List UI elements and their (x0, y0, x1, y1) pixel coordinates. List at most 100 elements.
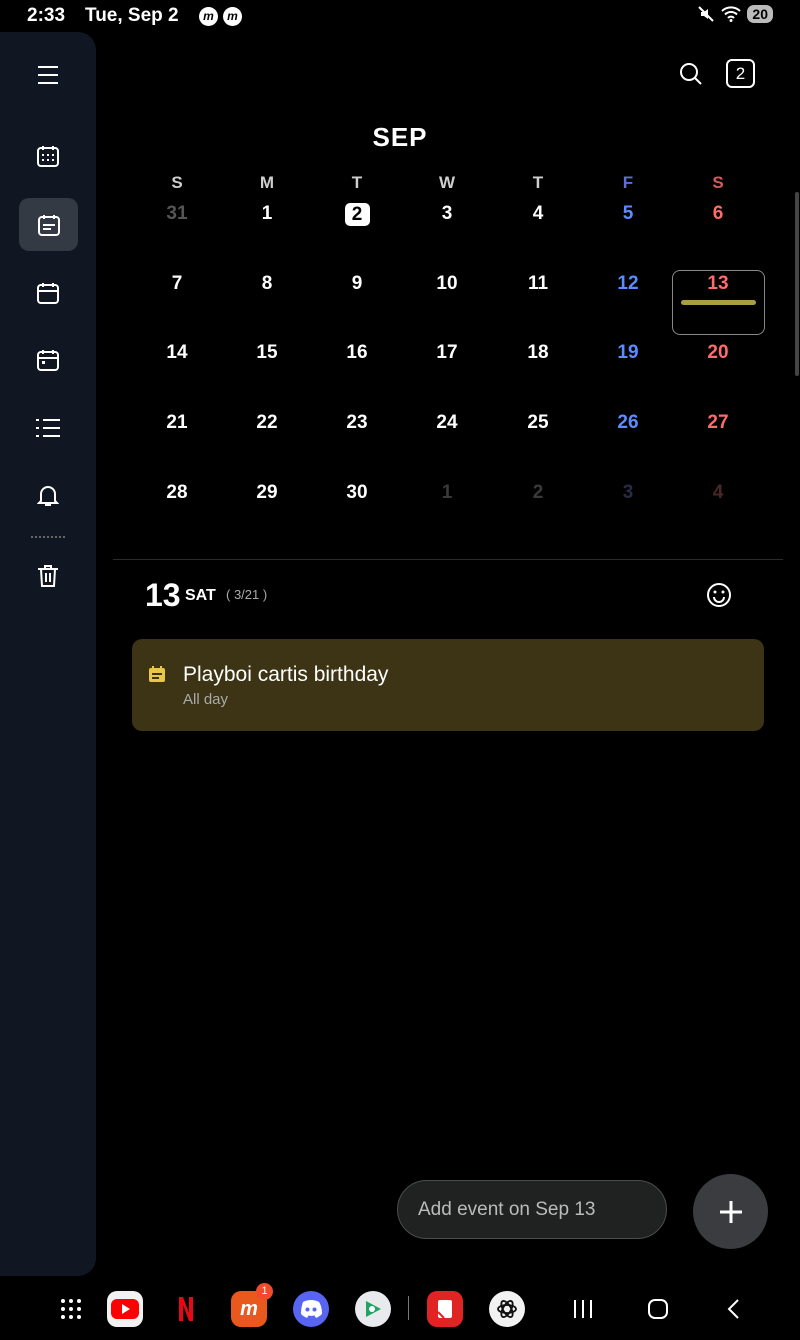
notification-icon: m (199, 7, 218, 26)
calendar-day[interactable]: 2 (493, 482, 583, 504)
list-view-button[interactable] (26, 406, 70, 450)
trash-icon (38, 565, 58, 587)
calendar-day[interactable]: 3 (583, 482, 673, 504)
lunar-date: ( 3/21 ) (226, 587, 268, 602)
calendar-week-icon (37, 283, 59, 304)
calendar-day[interactable]: 19 (583, 342, 673, 364)
chatgpt-icon (497, 1300, 517, 1318)
notes-icon (437, 1300, 452, 1319)
chatgpt-app[interactable] (489, 1291, 525, 1327)
status-time: 2:33 (27, 5, 66, 26)
weekday-label: W (438, 173, 456, 192)
calendar-day[interactable]: 7 (132, 273, 222, 295)
calendar-day[interactable]: 10 (402, 273, 492, 295)
hamburger-icon (38, 66, 58, 84)
search-button[interactable] (675, 58, 707, 90)
trash-button[interactable] (26, 554, 70, 598)
calendar-day[interactable]: 1 (222, 203, 312, 225)
menu-button[interactable] (26, 53, 70, 97)
calendar-day[interactable]: 1 (402, 482, 492, 504)
calendar-day[interactable]: 4 (673, 482, 763, 504)
calendar-day[interactable]: 22 (222, 412, 312, 434)
netflix-icon (179, 1297, 193, 1321)
selected-day-number: 13 (145, 577, 181, 613)
play-games-app[interactable] (355, 1291, 391, 1327)
week-view-button[interactable] (26, 271, 70, 315)
back-button[interactable] (715, 1291, 751, 1327)
calendar-day[interactable]: 14 (132, 342, 222, 364)
youtube-app[interactable] (107, 1291, 143, 1327)
today-button[interactable]: 2 (726, 59, 755, 88)
calendar-day[interactable]: 29 (222, 482, 312, 504)
messenger-m-app[interactable]: m 1 (231, 1283, 273, 1327)
calendar-day[interactable]: 8 (222, 273, 312, 295)
weekday-label: F (622, 173, 634, 192)
discord-app[interactable] (293, 1291, 329, 1327)
sidebar-separator (31, 536, 65, 538)
weekday-label: T (351, 173, 363, 192)
event-card[interactable]: Playboi cartis birthday All day (132, 639, 764, 731)
netflix-app[interactable] (168, 1291, 204, 1327)
youtube-icon (111, 1299, 139, 1319)
add-event-input[interactable]: Add event on Sep 13 (397, 1180, 667, 1239)
calendar-day[interactable]: 3 (402, 203, 492, 225)
calendar-day[interactable]: 11 (493, 273, 583, 295)
bell-icon (37, 486, 59, 506)
calendar-day[interactable]: 16 (312, 342, 402, 364)
calendar-day[interactable]: 25 (493, 412, 583, 434)
today-marker: 2 (344, 203, 370, 226)
recents-button[interactable] (565, 1291, 601, 1327)
back-icon (727, 1299, 739, 1319)
plus-icon (719, 1200, 742, 1223)
smiley-icon (707, 583, 731, 607)
calendar-day[interactable]: 30 (312, 482, 402, 504)
year-view-button[interactable] (26, 134, 70, 178)
calendar-day[interactable]: 6 (673, 203, 763, 225)
navbar-separator (408, 1296, 409, 1320)
month-view-button[interactable] (19, 198, 78, 251)
navigation-bar: m 1 (0, 1276, 800, 1340)
calendar-list-icon (37, 214, 60, 236)
m-app-icon: m (240, 1297, 258, 1320)
notes-app[interactable] (427, 1291, 463, 1327)
search-icon (680, 63, 702, 85)
calendar-event-icon (149, 666, 165, 682)
calendar-day[interactable]: 21 (132, 412, 222, 434)
month-title[interactable]: SEP (300, 122, 500, 153)
scrollbar[interactable] (795, 192, 799, 376)
calendar-day-icon (37, 350, 59, 371)
add-event-button[interactable] (693, 1174, 768, 1249)
play-games-icon (366, 1301, 381, 1317)
app-drawer-button[interactable] (53, 1291, 89, 1327)
wifi-icon (721, 6, 742, 22)
calendar-day[interactable]: 20 (673, 342, 763, 364)
calendar-day[interactable]: 9 (312, 273, 402, 295)
calendar-day[interactable]: 15 (222, 342, 312, 364)
battery-indicator: 20 (747, 5, 773, 23)
calendar-day-selected[interactable]: 13 (673, 273, 763, 295)
status-bar: 2:33 Tue, Sep 2 m m 20 (0, 0, 800, 32)
calendar-day[interactable]: 18 (493, 342, 583, 364)
calendar-day[interactable]: 24 (402, 412, 492, 434)
sticker-button[interactable] (704, 580, 734, 610)
calendar-day-today[interactable]: 2 (312, 203, 402, 226)
weekday-label: S (712, 173, 724, 192)
apps-grid-icon (61, 1299, 81, 1319)
status-indicators: 20 (697, 5, 773, 23)
calendar-day[interactable]: 31 (132, 203, 222, 225)
calendar-day[interactable]: 12 (583, 273, 673, 295)
calendar-day[interactable]: 4 (493, 203, 583, 225)
reminders-button[interactable] (26, 474, 70, 518)
calendar-day[interactable]: 5 (583, 203, 673, 225)
calendar-day[interactable]: 17 (402, 342, 492, 364)
sidebar (0, 32, 96, 1276)
home-button[interactable] (640, 1291, 676, 1327)
calendar-day[interactable]: 28 (132, 482, 222, 504)
discord-icon (301, 1300, 322, 1318)
calendar-day[interactable]: 27 (673, 412, 763, 434)
event-time: All day (183, 691, 229, 708)
calendar-day[interactable]: 23 (312, 412, 402, 434)
calendar-day[interactable]: 26 (583, 412, 673, 434)
day-view-button[interactable] (26, 338, 70, 382)
mute-icon (698, 6, 715, 22)
